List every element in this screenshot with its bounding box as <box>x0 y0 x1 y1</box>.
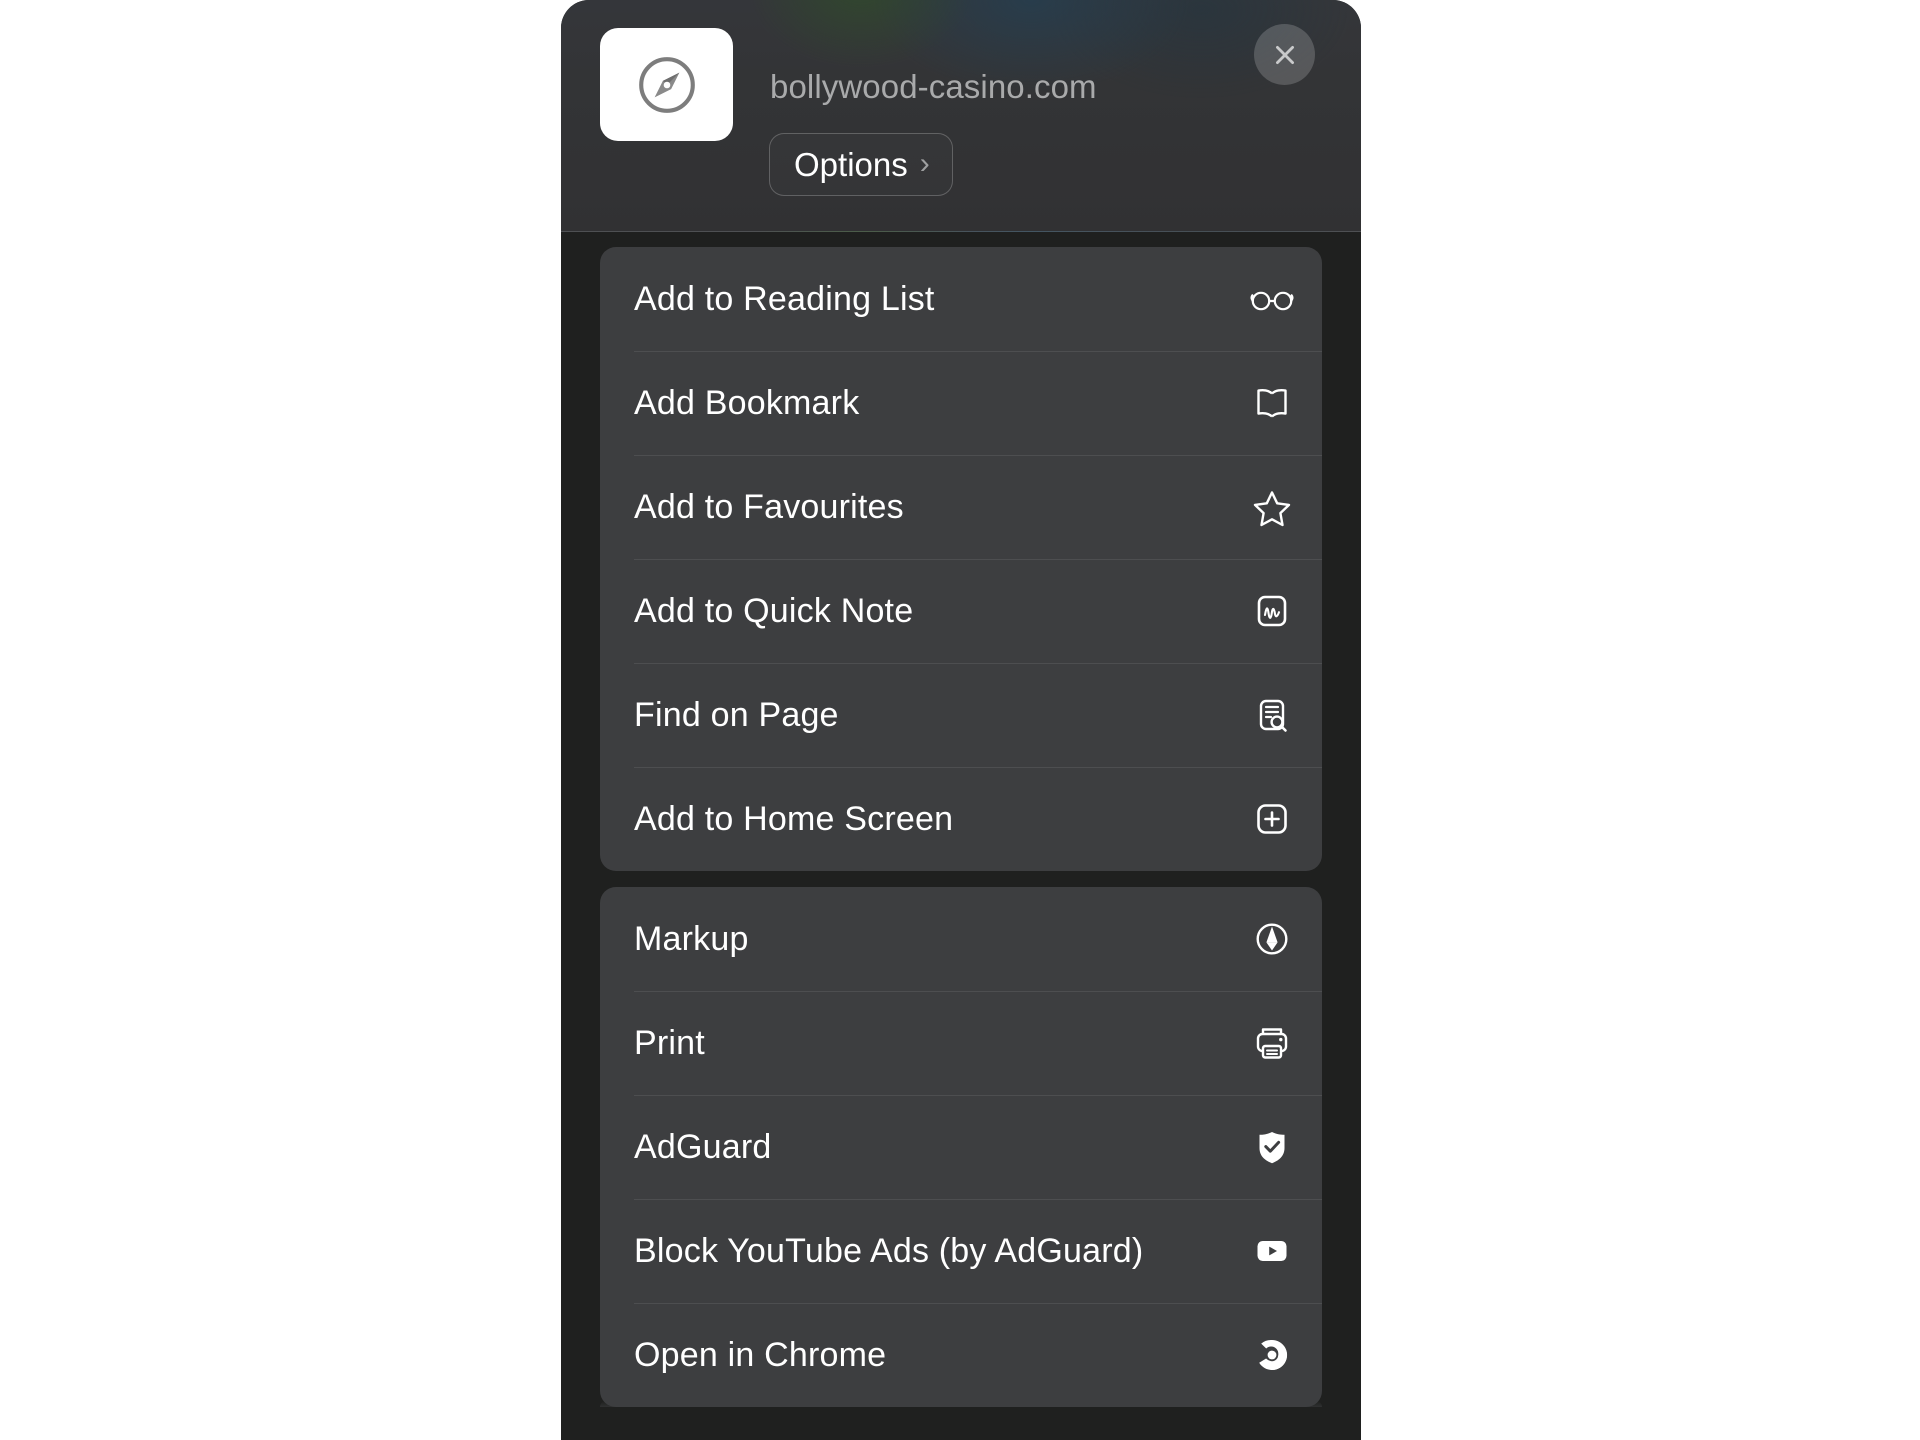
menu-item-add-to-reading-list[interactable]: Add to Reading List <box>600 247 1322 351</box>
menu-item-label: Add Bookmark <box>634 383 860 422</box>
open-book-icon <box>1248 379 1296 427</box>
action-group-extensions: Markup Print AdGuard Block YouTube Ads (… <box>600 887 1322 1407</box>
add-to-home-screen-icon <box>1248 795 1296 843</box>
menu-item-label: Open in Chrome <box>634 1335 887 1374</box>
menu-item-markup[interactable]: Markup <box>600 887 1322 991</box>
menu-item-label: Add to Favourites <box>634 487 904 526</box>
share-sheet-header: bollywood-casino.com Options › <box>561 0 1361 232</box>
menu-item-label: Block YouTube Ads (by AdGuard) <box>634 1231 1144 1270</box>
glasses-icon <box>1248 275 1296 323</box>
menu-item-add-to-home-screen[interactable]: Add to Home Screen <box>600 767 1322 871</box>
screen: bollywood-casino.com Options › Add to Re… <box>0 0 1920 1440</box>
menu-item-add-to-favourites[interactable]: Add to Favourites <box>600 455 1322 559</box>
quick-note-icon <box>1248 587 1296 635</box>
clipped-action-group <box>600 1401 1322 1407</box>
printer-icon <box>1248 1019 1296 1067</box>
safari-compass-icon <box>600 28 733 141</box>
menu-item-block-youtube-ads[interactable]: Block YouTube Ads (by AdGuard) <box>600 1199 1322 1303</box>
chevron-right-icon: › <box>919 146 930 180</box>
menu-item-open-in-chrome[interactable]: Open in Chrome <box>600 1303 1322 1407</box>
share-sheet-actions: Add to Reading List Add Bookmark Add to … <box>561 232 1361 1407</box>
menu-item-add-bookmark[interactable]: Add Bookmark <box>600 351 1322 455</box>
close-icon <box>1275 45 1294 64</box>
markup-pen-icon <box>1248 915 1296 963</box>
adguard-shield-icon <box>1248 1123 1296 1171</box>
share-sheet: bollywood-casino.com Options › Add to Re… <box>561 0 1361 1440</box>
menu-item-find-on-page[interactable]: Find on Page <box>600 663 1322 767</box>
menu-item-label: Add to Reading List <box>634 279 935 318</box>
menu-item-label: Add to Home Screen <box>634 799 954 838</box>
options-button[interactable]: Options › <box>769 133 953 196</box>
menu-item-add-to-quick-note[interactable]: Add to Quick Note <box>600 559 1322 663</box>
menu-item-label: Print <box>634 1023 705 1062</box>
options-button-label: Options <box>794 145 908 183</box>
star-outline-icon <box>1248 483 1296 531</box>
action-group-safari: Add to Reading List Add Bookmark Add to … <box>600 247 1322 871</box>
menu-item-label: Markup <box>634 919 749 958</box>
chrome-icon <box>1248 1331 1296 1379</box>
find-on-page-icon <box>1248 691 1296 739</box>
menu-item-adguard[interactable]: AdGuard <box>600 1095 1322 1199</box>
menu-item-label: Find on Page <box>634 695 839 734</box>
menu-item-print[interactable]: Print <box>600 991 1322 1095</box>
site-url: bollywood-casino.com <box>770 68 1097 105</box>
menu-item-label: Add to Quick Note <box>634 591 914 630</box>
youtube-icon <box>1248 1227 1296 1275</box>
close-button[interactable] <box>1254 24 1315 85</box>
menu-item-label: AdGuard <box>634 1127 772 1166</box>
